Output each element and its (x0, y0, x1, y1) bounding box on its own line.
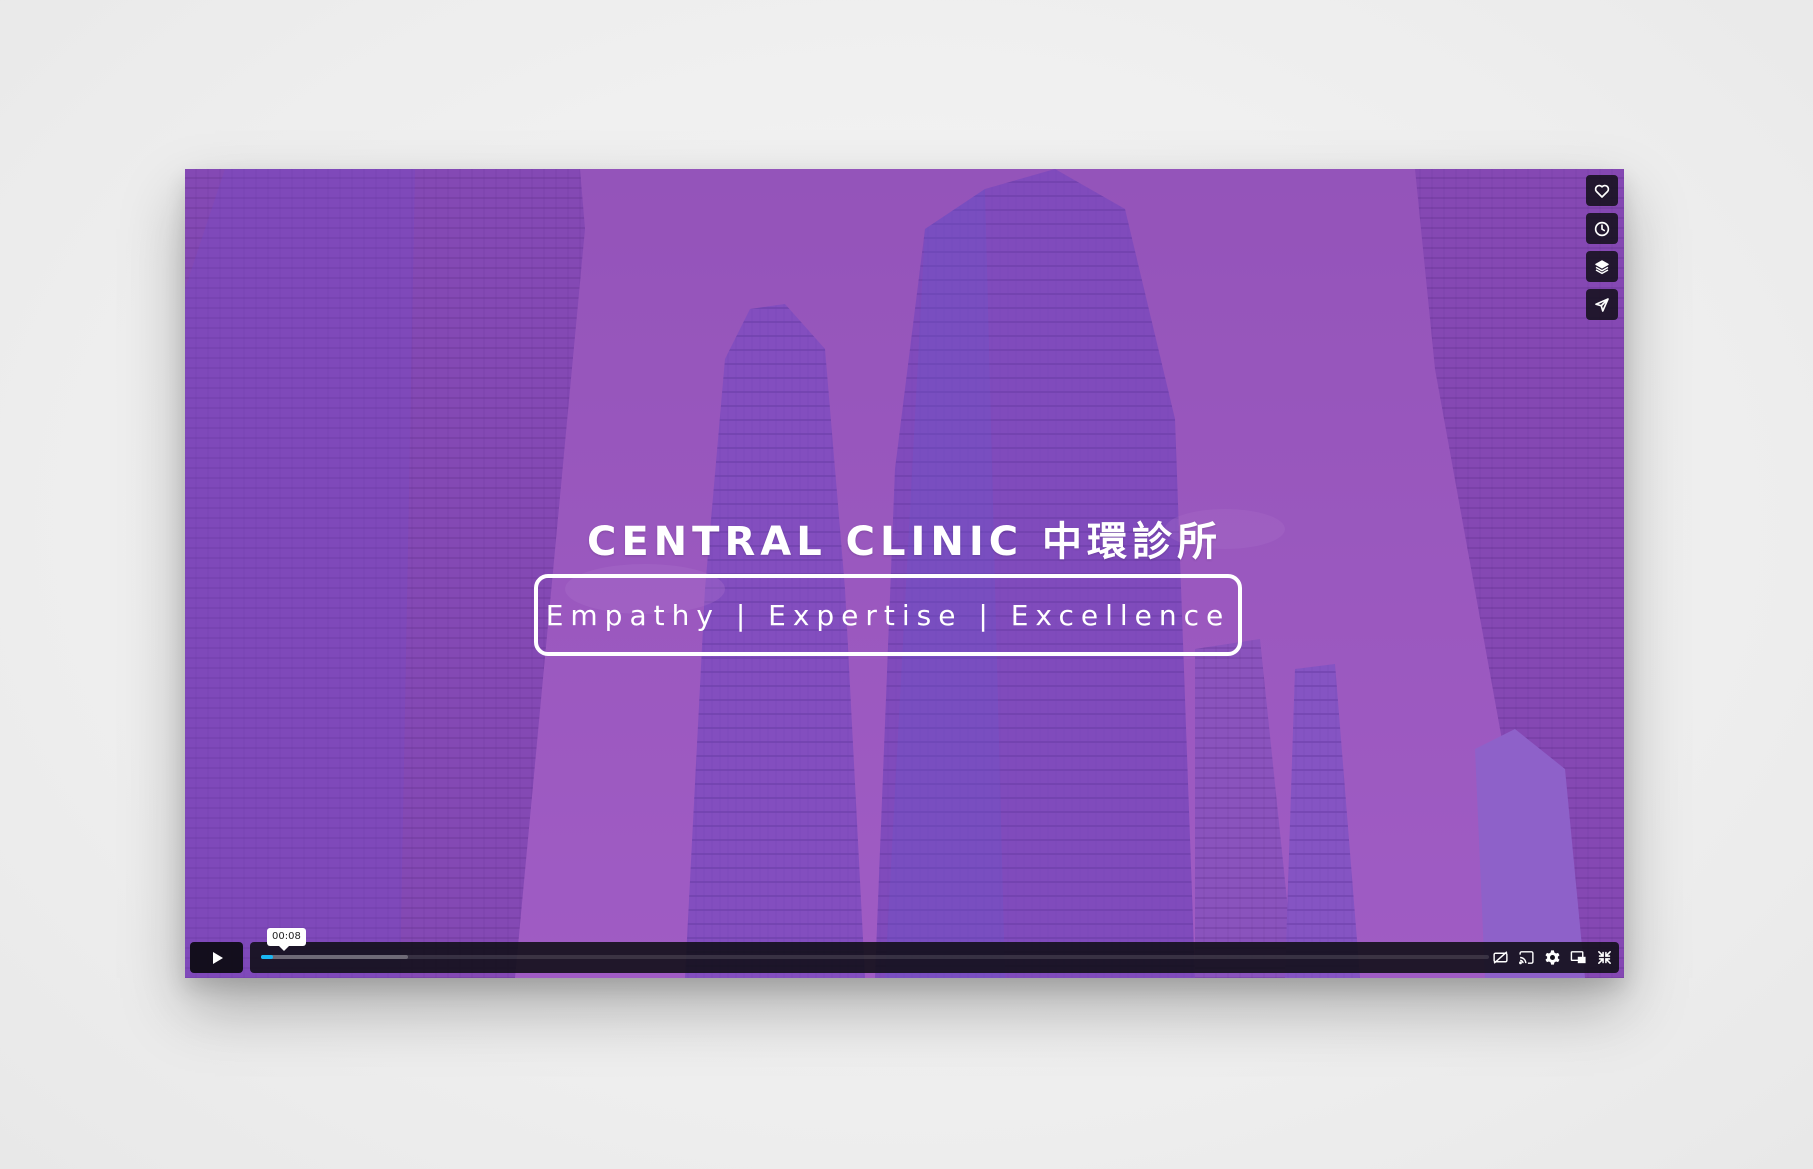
cast-button[interactable] (1518, 949, 1535, 966)
fullscreen-button[interactable] (1596, 949, 1613, 966)
progress-bar[interactable]: 00:08 (261, 928, 1489, 959)
control-icons (1492, 942, 1613, 973)
settings-icon (1545, 950, 1560, 965)
progress-played (261, 955, 274, 959)
progress-buffered (261, 955, 409, 959)
pip-button[interactable] (1570, 949, 1587, 966)
captions-off-icon (1493, 951, 1508, 964)
player-controls: 00:08 (190, 928, 1619, 973)
layers-icon (1595, 259, 1609, 274)
play-icon (212, 951, 223, 964)
fullscreen-exit-icon (1598, 951, 1611, 964)
side-controls (1586, 175, 1618, 320)
watch-later-button[interactable] (1586, 213, 1618, 244)
play-button[interactable] (190, 942, 243, 973)
video-player[interactable]: CENTRAL CLINIC 中環診所 Empathy | Expertise … (185, 169, 1624, 978)
clock-icon (1594, 221, 1610, 236)
tagline-frame: Empathy | Expertise | Excellence (534, 574, 1242, 656)
send-icon (1595, 297, 1609, 312)
like-button[interactable] (1586, 175, 1618, 206)
share-button[interactable] (1586, 289, 1618, 320)
video-tagline: Empathy | Expertise | Excellence (545, 598, 1231, 632)
collections-button[interactable] (1586, 251, 1618, 282)
settings-button[interactable] (1544, 949, 1561, 966)
page-background: CENTRAL CLINIC 中環診所 Empathy | Expertise … (0, 0, 1813, 1169)
cast-icon (1519, 951, 1534, 965)
captions-button[interactable] (1492, 949, 1509, 966)
heart-icon (1594, 184, 1610, 198)
pip-icon (1570, 951, 1586, 964)
time-tooltip: 00:08 (267, 928, 306, 951)
video-title: CENTRAL CLINIC 中環診所 (587, 519, 1222, 565)
control-bar: 00:08 (250, 928, 1619, 973)
